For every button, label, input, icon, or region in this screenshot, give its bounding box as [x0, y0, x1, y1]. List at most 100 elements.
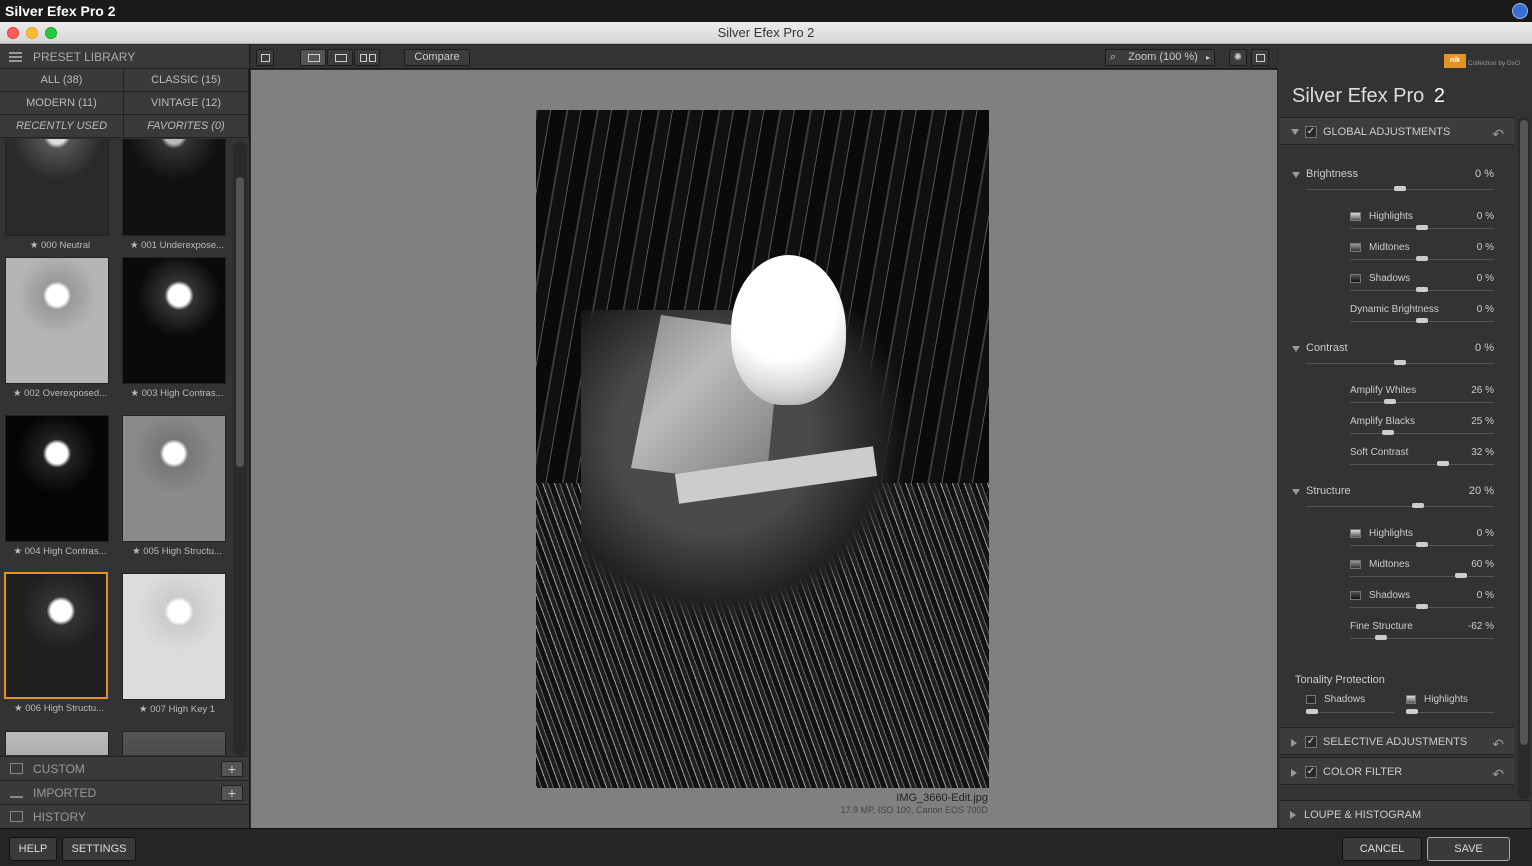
slider-knob[interactable]	[1394, 186, 1406, 191]
fine-structure-value[interactable]: -62 %	[1444, 621, 1494, 632]
preset-thumbnail[interactable]	[5, 731, 109, 755]
amplify-whites-value[interactable]: 26 %	[1444, 385, 1494, 396]
category-vintage[interactable]: VINTAGE (12)	[124, 92, 249, 115]
slider-knob[interactable]	[1375, 635, 1387, 640]
brightness-midtones-value[interactable]: 0 %	[1444, 242, 1494, 253]
structure-value[interactable]: 20 %	[1444, 485, 1494, 497]
preset-thumbnail[interactable]: ★ 007 High Key 1	[122, 573, 226, 715]
compare-button[interactable]: Compare	[404, 49, 470, 66]
structure-shadows-value[interactable]: 0 %	[1444, 590, 1494, 601]
zoom-button[interactable]: ⌕ Zoom (100 %) ▸	[1105, 49, 1215, 66]
category-classic[interactable]: CLASSIC (15)	[124, 69, 249, 92]
close-window-button[interactable]	[7, 27, 19, 39]
expand-triangle-icon[interactable]	[1291, 739, 1297, 747]
contrast-collapse-icon[interactable]	[1292, 346, 1300, 352]
slider-knob[interactable]	[1382, 430, 1394, 435]
slider-knob[interactable]	[1416, 318, 1428, 323]
preset-library-header[interactable]: PRESET LIBRARY	[0, 45, 249, 69]
brightness-shadows-slider[interactable]	[1350, 287, 1494, 292]
imported-section[interactable]: IMPORTED +	[0, 780, 249, 804]
preset-list-scrollbar[interactable]	[233, 142, 247, 756]
contrast-value[interactable]: 0 %	[1444, 342, 1494, 354]
preset-thumbnail[interactable]: ★ 003 High Contras...	[122, 257, 226, 399]
structure-highlights-slider[interactable]	[1350, 542, 1494, 547]
add-custom-button[interactable]: +	[221, 761, 243, 777]
structure-midtones-value[interactable]: 60 %	[1444, 559, 1494, 570]
slider-knob[interactable]	[1412, 503, 1424, 508]
image-preview-area[interactable]: IMG_3660-Edit.jpg 17.9 MP, ISO 100, Cano…	[251, 70, 1277, 828]
add-imported-button[interactable]: +	[221, 785, 243, 801]
selective-adjustments-header[interactable]: ✓ SELECTIVE ADJUSTMENTS ↶	[1280, 727, 1514, 755]
expand-triangle-icon[interactable]	[1291, 769, 1297, 777]
shadows-protection-slider[interactable]	[1306, 709, 1394, 714]
settings-button[interactable]: SETTINGS	[62, 837, 136, 861]
dynamic-brightness-slider[interactable]	[1350, 318, 1494, 323]
side-by-side-view-button[interactable]	[354, 49, 380, 66]
scrollbar-thumb[interactable]	[1520, 120, 1528, 745]
reset-undo-icon[interactable]: ↶	[1492, 760, 1504, 788]
brightness-slider[interactable]	[1306, 186, 1494, 191]
slider-knob[interactable]	[1437, 461, 1449, 466]
amplify-whites-slider[interactable]	[1350, 399, 1494, 404]
expand-triangle-icon[interactable]	[1290, 811, 1296, 819]
preset-thumbnail[interactable]: ★ 005 High Structu...	[122, 415, 226, 557]
color-filter-checkbox[interactable]: ✓	[1305, 766, 1317, 778]
preset-thumbnail[interactable]: ★ 001 Underexpose...	[122, 139, 226, 251]
structure-slider[interactable]	[1306, 503, 1494, 508]
global-adjustments-header[interactable]: ✓ GLOBAL ADJUSTMENTS ↶	[1280, 117, 1514, 145]
scrollbar-thumb[interactable]	[236, 177, 244, 467]
slider-knob[interactable]	[1416, 287, 1428, 292]
brightness-highlights-slider[interactable]	[1350, 225, 1494, 230]
toggle-library-button[interactable]	[256, 49, 274, 66]
slider-knob[interactable]	[1416, 225, 1428, 230]
cancel-button[interactable]: CANCEL	[1342, 837, 1422, 861]
single-view-button[interactable]	[300, 49, 326, 66]
toggle-controls-button[interactable]	[1251, 49, 1269, 66]
preset-thumbnail[interactable]: ★ 002 Overexposed...	[5, 257, 109, 399]
loupe-histogram-header[interactable]: LOUPE & HISTOGRAM	[1280, 800, 1530, 828]
global-adjustments-checkbox[interactable]: ✓	[1305, 126, 1317, 138]
collapse-triangle-icon[interactable]	[1291, 129, 1299, 135]
soft-contrast-value[interactable]: 32 %	[1444, 447, 1494, 458]
adjustments-scrollbar[interactable]	[1518, 117, 1530, 799]
slider-knob[interactable]	[1394, 360, 1406, 365]
background-brightness-button[interactable]: ✺	[1229, 49, 1247, 66]
brightness-highlights-value[interactable]: 0 %	[1444, 211, 1494, 222]
amplify-blacks-value[interactable]: 25 %	[1444, 416, 1494, 427]
structure-collapse-icon[interactable]	[1292, 489, 1300, 495]
slider-knob[interactable]	[1406, 709, 1418, 714]
slider-knob[interactable]	[1455, 573, 1467, 578]
preset-thumbnail-selected[interactable]: ★ 006 High Structu...	[4, 572, 108, 714]
slider-knob[interactable]	[1416, 256, 1428, 261]
amplify-blacks-slider[interactable]	[1350, 430, 1494, 435]
reset-undo-icon[interactable]: ↶	[1492, 120, 1504, 148]
dynamic-brightness-value[interactable]: 0 %	[1444, 304, 1494, 315]
preset-thumbnail[interactable]	[122, 731, 226, 755]
preset-thumbnail[interactable]: ★ 000 Neutral	[5, 139, 109, 251]
contrast-slider[interactable]	[1306, 360, 1494, 365]
highlights-protection-slider[interactable]	[1406, 709, 1494, 714]
category-recently-used[interactable]: RECENTLY USED	[0, 115, 124, 138]
help-button[interactable]: HELP	[9, 837, 57, 861]
brightness-collapse-icon[interactable]	[1292, 172, 1300, 178]
category-modern[interactable]: MODERN (11)	[0, 92, 124, 115]
zoom-window-button[interactable]	[45, 27, 57, 39]
preview-photo[interactable]	[536, 110, 989, 788]
app-name[interactable]: Silver Efex Pro 2	[5, 3, 116, 19]
history-section[interactable]: HISTORY	[0, 804, 249, 828]
slider-knob[interactable]	[1384, 399, 1396, 404]
slider-knob[interactable]	[1416, 542, 1428, 547]
structure-midtones-slider[interactable]	[1350, 573, 1494, 578]
brightness-value[interactable]: 0 %	[1444, 168, 1494, 180]
brightness-midtones-slider[interactable]	[1350, 256, 1494, 261]
preset-thumbnail[interactable]: ★ 004 High Contras...	[5, 415, 109, 557]
soft-contrast-slider[interactable]	[1350, 461, 1494, 466]
slider-knob[interactable]	[1306, 709, 1318, 714]
brightness-shadows-value[interactable]: 0 %	[1444, 273, 1494, 284]
structure-highlights-value[interactable]: 0 %	[1444, 528, 1494, 539]
fine-structure-slider[interactable]	[1350, 635, 1494, 640]
category-favorites[interactable]: FAVORITES (0)	[124, 115, 249, 138]
save-button[interactable]: SAVE	[1427, 837, 1510, 861]
split-view-button[interactable]	[327, 49, 353, 66]
status-menu-icon[interactable]	[1512, 3, 1528, 19]
